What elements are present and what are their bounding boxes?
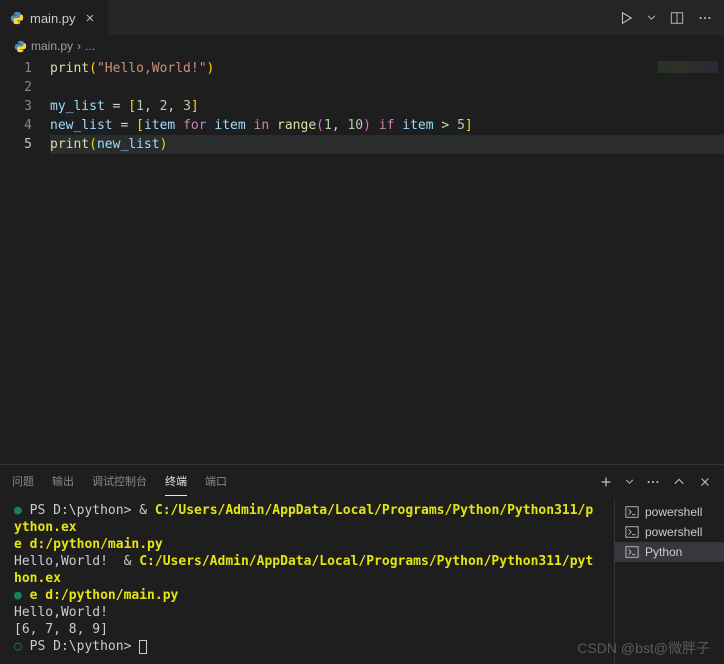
split-editor-icon[interactable]: [670, 11, 684, 25]
terminal-prompt: ○ PS D:\python>: [14, 638, 600, 655]
tab-bar: main.py: [0, 0, 724, 35]
terminal-line: e d:/python/main.py: [14, 536, 600, 553]
tab-problems[interactable]: 问题: [12, 467, 34, 496]
more-icon[interactable]: [646, 475, 660, 489]
code-line: print("Hello,World!"): [50, 59, 724, 78]
terminal-item-powershell[interactable]: powershell: [615, 502, 724, 522]
breadcrumb-sep: ›: [77, 39, 81, 53]
terminal-line: ● e d:/python/main.py: [14, 587, 600, 604]
maximize-panel-icon[interactable]: [672, 475, 686, 489]
chevron-down-icon[interactable]: [625, 477, 634, 486]
terminal-line: ● PS D:\python> & C:/Users/Admin/AppData…: [14, 502, 600, 536]
tab-main-py[interactable]: main.py: [0, 0, 109, 35]
terminal-output: Hello,World!: [14, 604, 600, 621]
breadcrumb-file: main.py: [31, 39, 73, 53]
code-area[interactable]: print("Hello,World!") my_list = [1, 2, 3…: [50, 57, 724, 464]
line-number: 5: [0, 135, 32, 154]
close-icon[interactable]: [82, 10, 98, 26]
terminal-line: Hello,World! & C:/Users/Admin/AppData/Lo…: [14, 553, 600, 587]
panel-header: 问题 输出 调试控制台 终端 端口: [0, 465, 724, 498]
code-line: print(new_list): [50, 135, 724, 154]
editor-actions: [619, 11, 724, 25]
tab-filename: main.py: [30, 11, 76, 26]
tab-output[interactable]: 输出: [52, 467, 74, 496]
close-panel-icon[interactable]: [698, 475, 712, 489]
code-line: new_list = [item for item in range(1, 10…: [50, 116, 724, 135]
minimap[interactable]: [658, 61, 718, 73]
line-gutter: 1 2 3 4 5: [0, 57, 50, 464]
python-file-icon: [10, 11, 24, 25]
breadcrumb-rest: ...: [85, 39, 95, 53]
terminal-list: powershell powershell Python: [614, 498, 724, 664]
terminal-item-powershell[interactable]: powershell: [615, 522, 724, 542]
line-number: 3: [0, 97, 32, 116]
panel-tabs: 问题 输出 调试控制台 终端 端口: [12, 467, 227, 496]
code-line: [50, 78, 724, 97]
panel-body: ● PS D:\python> & C:/Users/Admin/AppData…: [0, 498, 724, 664]
panel: 问题 输出 调试控制台 终端 端口 ● PS D:\python> & C:/U…: [0, 464, 724, 664]
more-icon[interactable]: [698, 11, 712, 25]
editor[interactable]: 1 2 3 4 5 print("Hello,World!") my_list …: [0, 57, 724, 464]
line-number: 1: [0, 59, 32, 78]
new-terminal-icon[interactable]: [599, 475, 613, 489]
breadcrumb[interactable]: main.py › ...: [0, 35, 724, 57]
chevron-down-icon[interactable]: [647, 13, 656, 22]
line-number: 4: [0, 116, 32, 135]
code-line: my_list = [1, 2, 3]: [50, 97, 724, 116]
panel-actions: [599, 475, 712, 489]
cursor: [139, 640, 147, 654]
run-icon[interactable]: [619, 11, 633, 25]
line-number: 2: [0, 78, 32, 97]
tab-terminal[interactable]: 终端: [165, 467, 187, 496]
tabs-container: main.py: [0, 0, 109, 35]
python-file-icon: [14, 40, 27, 53]
tab-debug-console[interactable]: 调试控制台: [92, 467, 147, 496]
terminal[interactable]: ● PS D:\python> & C:/Users/Admin/AppData…: [0, 498, 614, 664]
terminal-output: [6, 7, 8, 9]: [14, 621, 600, 638]
terminal-item-python[interactable]: Python: [615, 542, 724, 562]
tab-ports[interactable]: 端口: [205, 467, 227, 496]
